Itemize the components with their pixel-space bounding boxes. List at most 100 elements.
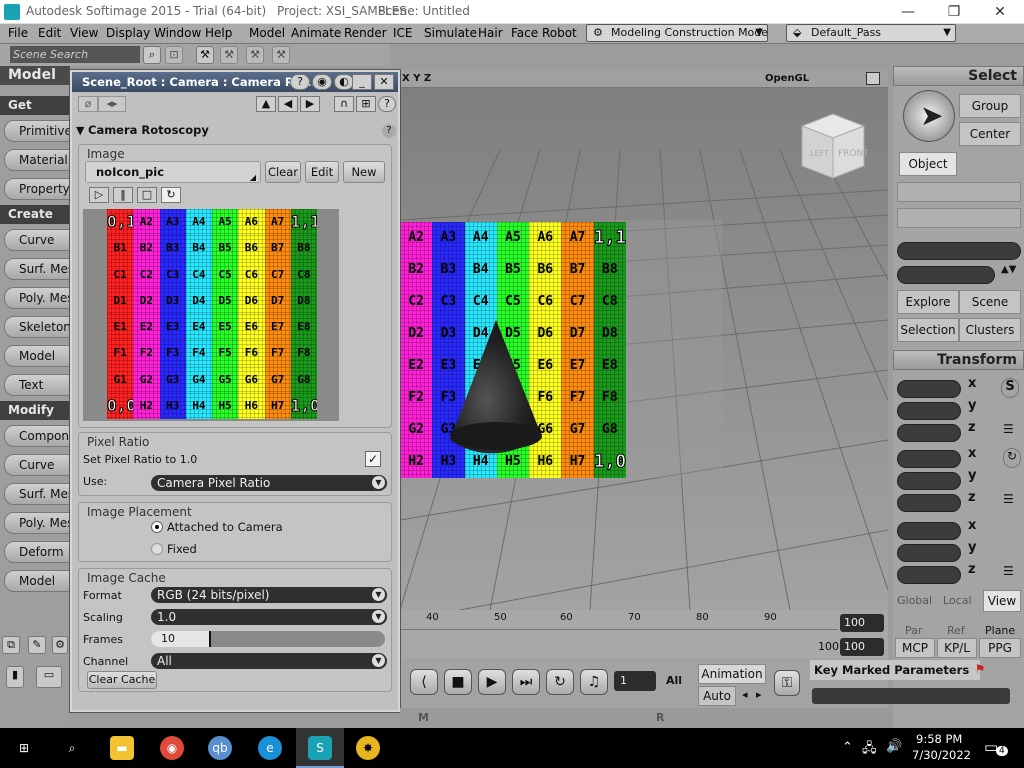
- edge-icon[interactable]: e: [258, 736, 282, 760]
- menu-ice[interactable]: ICE: [393, 26, 413, 40]
- current-frame-field[interactable]: 1: [614, 671, 656, 691]
- dialog-back-forward-icon[interactable]: ◂▸: [98, 96, 126, 112]
- panel-help-icon[interactable]: ?: [382, 124, 396, 138]
- scale-options-icon[interactable]: ☰: [1003, 422, 1014, 436]
- create-model-button[interactable]: Model: [4, 345, 70, 367]
- object-button[interactable]: Object: [899, 152, 957, 176]
- translate-x-field[interactable]: [897, 522, 961, 540]
- scene-search-input[interactable]: Scene Search: [10, 46, 140, 63]
- minimize-button[interactable]: —: [886, 2, 930, 22]
- mcp-tab[interactable]: MCP: [895, 638, 935, 658]
- filter-icon[interactable]: ⊡: [165, 46, 183, 64]
- explore-button[interactable]: Explore: [897, 290, 959, 314]
- scale-button[interactable]: S: [1001, 378, 1019, 398]
- menu-simulate[interactable]: Simulate: [424, 26, 477, 40]
- prev-key-icon[interactable]: ◂: [742, 688, 748, 701]
- brush-icon[interactable]: ✎: [28, 636, 46, 654]
- menu-view[interactable]: View: [70, 26, 98, 40]
- dialog-minimize-button[interactable]: _: [352, 74, 372, 90]
- view-cube-icon[interactable]: LEFT FRONT: [798, 110, 868, 182]
- camera-viewport[interactable]: A2 A3 A4 A5 A6 A7 1,1 B2 B3 B4 B5 B6 B7 B8 C2 C3 C4 C5 C6 C…: [400, 70, 888, 610]
- dialog-close-button[interactable]: ✕: [374, 74, 394, 90]
- edit-image-button[interactable]: Edit: [305, 161, 339, 183]
- viewport-renderer[interactable]: OpenGL: [765, 73, 809, 84]
- scene-button[interactable]: Scene: [959, 290, 1021, 314]
- search-icon[interactable]: ⌕: [143, 46, 161, 64]
- image-stop-icon[interactable]: □: [137, 187, 157, 203]
- auto-key-button[interactable]: Auto: [698, 686, 736, 706]
- clear-cache-button[interactable]: Clear Cache: [87, 671, 157, 689]
- image-pause-icon[interactable]: ‖: [113, 187, 133, 203]
- key-marked-parameters-button[interactable]: Key Marked Parameters: [810, 660, 980, 680]
- new-image-button[interactable]: New: [343, 161, 385, 183]
- rotate-x-field[interactable]: [897, 450, 961, 468]
- viewport-axes[interactable]: X Y Z: [402, 73, 431, 84]
- image-play-icon[interactable]: ▷: [89, 187, 109, 203]
- range-end-field[interactable]: 100: [840, 638, 884, 656]
- rotate-z-field[interactable]: [897, 494, 961, 512]
- chrome-icon[interactable]: ◉: [160, 736, 184, 760]
- rotate-y-field[interactable]: [897, 472, 961, 490]
- image-source-dropdown[interactable]: noIcon_pic ◢: [85, 161, 261, 183]
- animation-button[interactable]: Animation: [698, 664, 766, 684]
- dialog-help-icon[interactable]: ?: [290, 74, 310, 90]
- audio-icon[interactable]: ♫: [580, 669, 608, 695]
- search-icon[interactable]: ⌕: [60, 736, 84, 760]
- translate-options-icon[interactable]: ☰: [1003, 564, 1014, 578]
- nuke-icon[interactable]: ✸: [356, 736, 380, 760]
- command-line-field[interactable]: [812, 688, 1010, 704]
- play-icon[interactable]: ▶: [478, 669, 506, 695]
- dialog-help-2-icon[interactable]: ?: [378, 96, 396, 112]
- selection-field-2[interactable]: [897, 266, 995, 284]
- group-button[interactable]: Group: [959, 94, 1021, 118]
- mode-dropdown[interactable]: ⚙ Modeling Construction Mode ▼: [586, 24, 768, 42]
- modify-component-button[interactable]: Component: [4, 425, 70, 447]
- par-toggle[interactable]: Par: [905, 624, 922, 637]
- volume-icon[interactable]: 🔊: [886, 739, 902, 754]
- timeline[interactable]: 40 50 60 70 80 90 100 100 100: [400, 610, 888, 658]
- spin-arrows-icon[interactable]: ▲▼: [1001, 264, 1016, 275]
- use-dropdown[interactable]: Camera Pixel Ratio ▼: [151, 475, 387, 491]
- next-key-icon[interactable]: ▸: [756, 688, 762, 701]
- modify-deform-button[interactable]: Deform: [4, 541, 70, 563]
- key-marker-icon[interactable]: ⚑: [970, 662, 990, 678]
- pass-dropdown[interactable]: ⬙ Default_Pass ▼: [786, 24, 956, 42]
- create-skeleton-button[interactable]: Skeleton: [4, 316, 70, 338]
- network-icon[interactable]: 🖧: [862, 739, 877, 761]
- frames-slider[interactable]: 10: [151, 631, 385, 647]
- menu-window[interactable]: Window: [154, 26, 201, 40]
- plane-toggle[interactable]: Plane: [985, 624, 1015, 637]
- modify-surf-mesh-button[interactable]: Surf. Mesh: [4, 483, 70, 505]
- create-surf-mesh-button[interactable]: Surf. Mesh: [4, 258, 70, 280]
- qbittorrent-icon[interactable]: qb: [208, 736, 232, 760]
- modify-poly-mesh-button[interactable]: Poly. Mesh: [4, 512, 70, 534]
- get-property-button[interactable]: Property: [4, 178, 70, 200]
- menu-render[interactable]: Render: [344, 26, 387, 40]
- modify-curve-button[interactable]: Curve: [4, 454, 70, 476]
- clock-time[interactable]: 9:58 PM: [916, 732, 962, 746]
- tray-chevron-icon[interactable]: ⌃: [842, 740, 853, 755]
- select-slot-2[interactable]: [897, 208, 1021, 228]
- dialog-lock-icon[interactable]: ◉: [312, 74, 332, 90]
- maximize-viewport-icon[interactable]: [866, 72, 880, 85]
- file-explorer-icon[interactable]: ▬: [110, 736, 134, 760]
- global-toggle[interactable]: Global: [897, 594, 932, 607]
- clear-image-button[interactable]: Clear: [265, 161, 301, 183]
- loop-icon[interactable]: ↻: [546, 669, 574, 695]
- softimage-taskbar-button[interactable]: S: [296, 728, 344, 768]
- selection-button[interactable]: Selection: [897, 318, 959, 342]
- layout-icon-1[interactable]: ▮: [6, 666, 24, 688]
- settings-icon[interactable]: ⚙: [52, 636, 68, 654]
- menu-face-robot[interactable]: Face Robot: [511, 26, 577, 40]
- tool-icon-3[interactable]: ⚒: [246, 46, 264, 64]
- create-curve-button[interactable]: Curve: [4, 229, 70, 251]
- menu-hair[interactable]: Hair: [478, 26, 503, 40]
- image-loop-icon[interactable]: ↻: [161, 187, 181, 203]
- tool-icon-2[interactable]: ⚒: [220, 46, 238, 64]
- menu-edit[interactable]: Edit: [38, 26, 61, 40]
- end-frame-field[interactable]: 100: [840, 614, 884, 632]
- rotate-options-icon[interactable]: ☰: [1003, 492, 1014, 506]
- frames-slider-handle[interactable]: [209, 631, 211, 647]
- layout-icon-2[interactable]: ▭: [36, 666, 62, 688]
- fixed-radio[interactable]: [151, 543, 163, 555]
